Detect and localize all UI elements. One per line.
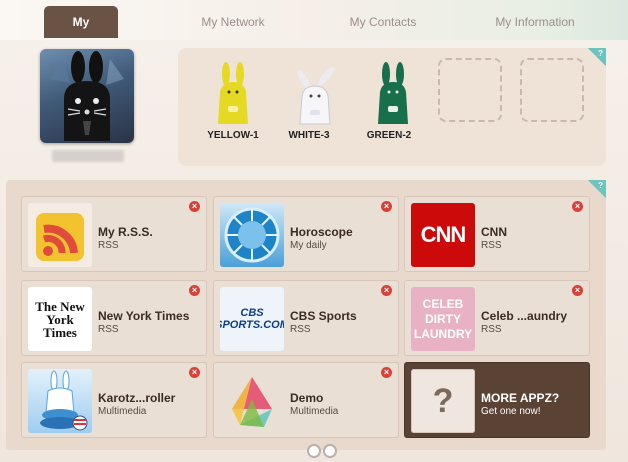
- remove-app-button[interactable]: ×: [189, 285, 200, 296]
- karotz-controller-icon: [28, 369, 92, 433]
- app-category: My daily: [290, 240, 327, 251]
- cbs-logo-text: CBS SPORTS.COM: [220, 307, 284, 331]
- rabbit-white[interactable]: [290, 62, 340, 126]
- black-rabbit-icon: [50, 51, 124, 141]
- cbs-sports-logo: CBS SPORTS.COM: [220, 287, 284, 351]
- nyt-logo-text: The New York Times: [35, 298, 85, 340]
- remove-app-button[interactable]: ×: [572, 285, 583, 296]
- app-name: Celeb ...aundry: [481, 309, 568, 323]
- app-tile-demo[interactable]: Demo Multimedia ×: [213, 362, 399, 438]
- app-name: Karotz...roller: [98, 391, 176, 405]
- celeb-logo-line: DIRTY: [425, 311, 461, 326]
- app-name: CNN: [481, 225, 507, 239]
- celeb-laundry-logo: CELEB DIRTY LAUNDRY: [411, 287, 475, 351]
- app-category: RSS: [98, 324, 119, 335]
- remove-app-button[interactable]: ×: [381, 201, 392, 212]
- celeb-logo-line: LAUNDRY: [413, 326, 473, 341]
- app-name: Demo: [290, 391, 324, 405]
- more-apps-subtitle: Get one now!: [481, 406, 541, 417]
- remove-app-button[interactable]: ×: [189, 201, 200, 212]
- objects-panel: ? YELLOW-1 WHITE-3 GREEN-2: [178, 48, 606, 166]
- empty-object-slot[interactable]: [520, 58, 584, 122]
- app-category: RSS: [481, 324, 502, 335]
- rabbit-icon: [378, 62, 408, 124]
- nyt-logo: The New York Times: [28, 287, 92, 351]
- tab-my-information[interactable]: My Information: [480, 9, 590, 35]
- tab-my-objects[interactable]: My Objects: [44, 6, 118, 61]
- empty-object-slot[interactable]: [438, 58, 502, 122]
- app-tile-horoscope[interactable]: Horoscope My daily ×: [213, 196, 399, 272]
- cnn-logo-text: CNN: [420, 222, 467, 247]
- tab-bar: My Objects My Network My Contacts My Inf…: [0, 0, 628, 61]
- app-tile-celeb-laundry[interactable]: CELEB DIRTY LAUNDRY Celeb ...aundry RSS …: [404, 280, 590, 356]
- rabbit-icon: [218, 62, 248, 124]
- apps-help-button[interactable]: ?: [588, 180, 606, 198]
- apps-panel: ? My R.S.S. RSS × Horoscope My daily × C…: [6, 180, 606, 450]
- objects-help-button[interactable]: ?: [588, 48, 606, 66]
- question-mark: ?: [432, 381, 454, 420]
- app-tile-rss[interactable]: My R.S.S. RSS ×: [21, 196, 207, 272]
- demo-icon: [220, 369, 284, 433]
- app-name: Horoscope: [290, 225, 353, 239]
- remove-app-button[interactable]: ×: [381, 367, 392, 378]
- app-category: Multimedia: [98, 406, 147, 417]
- celeb-logo-line: CELEB: [422, 296, 464, 311]
- app-tile-cnn[interactable]: CNN CNN RSS ×: [404, 196, 590, 272]
- app-category: Multimedia: [290, 406, 339, 417]
- app-category: RSS: [98, 240, 119, 251]
- more-apps-title: MORE APPZ?: [481, 391, 560, 405]
- app-category: RSS: [481, 240, 502, 251]
- tab-my-contacts[interactable]: My Contacts: [336, 9, 430, 35]
- app-tile-nyt[interactable]: The New York Times New York Times RSS ×: [21, 280, 207, 356]
- question-icon: ?: [411, 369, 475, 433]
- avatar[interactable]: [40, 49, 134, 143]
- remove-app-button[interactable]: ×: [189, 367, 200, 378]
- rss-icon: [28, 203, 92, 267]
- username-blurred: [52, 150, 124, 162]
- app-name: New York Times: [98, 309, 190, 323]
- page-dot-1[interactable]: [307, 444, 321, 458]
- app-tile-karotz-controller[interactable]: Karotz...roller Multimedia ×: [21, 362, 207, 438]
- app-tile-cbs-sports[interactable]: CBS SPORTS.COM CBS Sports RSS ×: [213, 280, 399, 356]
- rabbit-green[interactable]: [368, 62, 418, 126]
- app-name: CBS Sports: [290, 309, 357, 323]
- rabbit-icon: [297, 66, 335, 125]
- page-dot-2[interactable]: [323, 444, 337, 458]
- app-category: RSS: [290, 324, 311, 335]
- horoscope-icon: [220, 203, 284, 267]
- more-apps-tile[interactable]: ? MORE APPZ? Get one now!: [404, 362, 590, 438]
- rabbit-label-green: GREEN-2: [366, 130, 412, 141]
- rabbit-label-white: WHITE-3: [288, 130, 330, 141]
- remove-app-button[interactable]: ×: [381, 285, 392, 296]
- tab-my-network[interactable]: My Network: [186, 9, 280, 35]
- app-name: My R.S.S.: [98, 225, 153, 239]
- remove-app-button[interactable]: ×: [572, 201, 583, 212]
- cnn-logo: CNN: [411, 203, 475, 267]
- rabbit-yellow[interactable]: [208, 62, 258, 126]
- apps-pager: [307, 444, 339, 462]
